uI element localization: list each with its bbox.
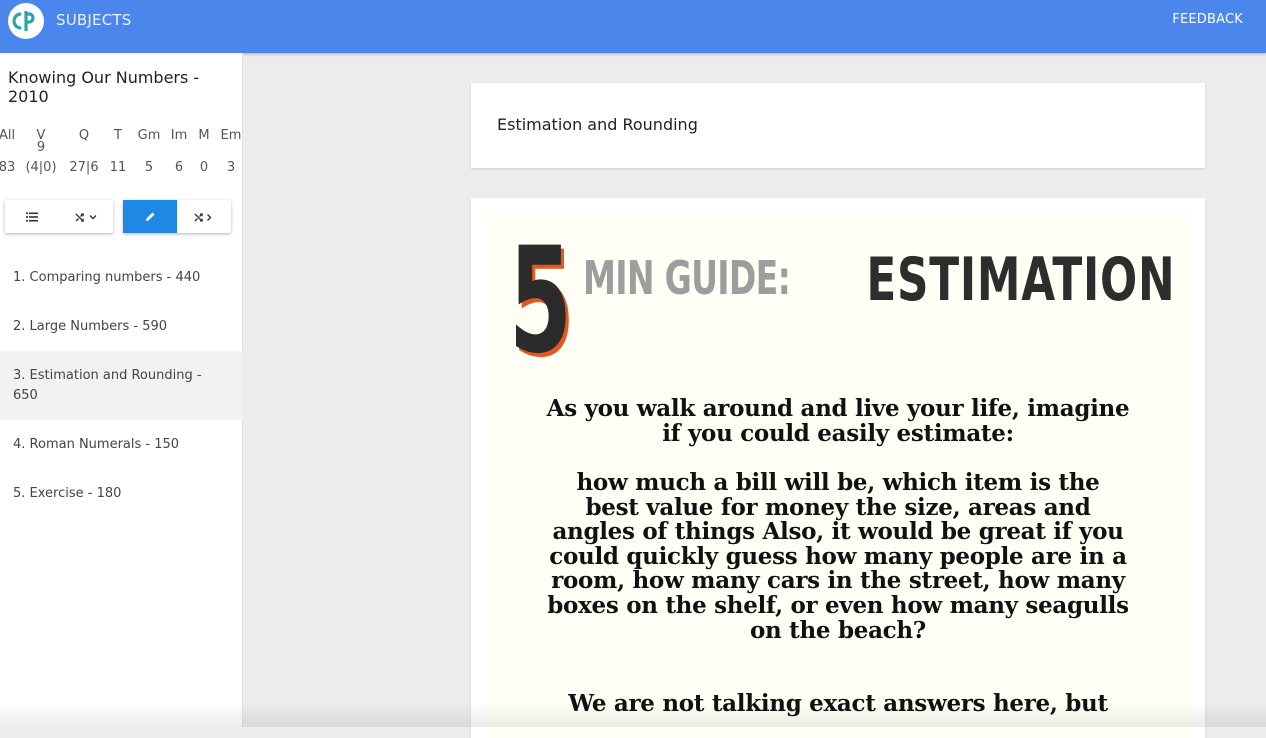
stat-value: 27|6 [69,160,99,175]
lesson-item[interactable]: 1. Comparing numbers - 440 [0,253,243,302]
edit-mode-button[interactable] [123,200,177,233]
poster-heading: ESTIMATION [865,245,1175,315]
stat-value: 9 (4|0) [25,140,57,175]
stat-label: M [198,128,210,143]
stat-value: 0 [199,160,209,175]
content-stats: All 83 V 9 (4|0) Q 27|6 T 11 Gm 5 Im 6 M… [0,126,243,196]
lesson-item[interactable]: 5. Exercise - 180 [0,469,243,518]
stat-label: All [0,128,16,143]
stat-value: 83 [0,160,16,175]
edit-mode-group [123,200,231,233]
lesson-item[interactable]: 2. Large Numbers - 590 [0,302,243,351]
course-title: Knowing Our Numbers - 2010 [8,68,200,106]
stat-label: Em [220,128,242,143]
lesson-list: 1. Comparing numbers - 440 2. Large Numb… [0,253,243,518]
view-mode-group [5,200,113,233]
cp-logo-icon[interactable] [8,3,44,39]
lesson-item[interactable]: 4. Roman Numerals - 150 [0,420,243,469]
poster-footer-text: We are not talking exact answers here, b… [568,690,1108,717]
estimation-infographic: 5 MIN GUIDE: ESTIMATION As you walk arou… [487,211,1189,738]
feedback-button[interactable]: FEEDBACK [1172,12,1243,27]
stat-value: 11 [109,160,127,175]
topic-title: Estimation and Rounding [497,115,698,134]
shuffle-dropdown-button[interactable] [59,200,113,233]
poster-min-guide: MIN GUIDE: [583,251,791,305]
poster-number: 5 [509,216,572,386]
stat-value: 5 [144,160,154,175]
stat-value: 6 [174,160,184,175]
infographic-card: 5 MIN GUIDE: ESTIMATION As you walk arou… [471,198,1205,738]
shuffle-dropdown-icon [75,212,97,222]
stat-value: 3 [226,160,236,175]
topic-title-card: Estimation and Rounding [471,83,1205,168]
shuffle-next-button[interactable] [177,200,231,233]
poster-body-text: how much a bill will be, which item is t… [547,469,1129,644]
stat-label: Im [170,128,188,143]
top-app-bar: SUBJECTS FEEDBACK [0,0,1266,53]
lesson-item-active[interactable]: 3. Estimation and Rounding - 650 [0,351,243,420]
stat-label: Q [78,128,90,143]
subjects-link[interactable]: SUBJECTS [56,11,131,29]
sidebar: Knowing Our Numbers - 2010 All 83 V 9 (4… [0,53,243,727]
stat-label: Gm [137,128,161,143]
list-icon [26,212,38,221]
stat-label: T [114,128,122,143]
shuffle-next-icon [194,212,212,222]
list-view-button[interactable] [5,200,59,233]
poster-intro-text: As you walk around and live your life, i… [546,395,1130,447]
pencil-icon [145,212,154,221]
